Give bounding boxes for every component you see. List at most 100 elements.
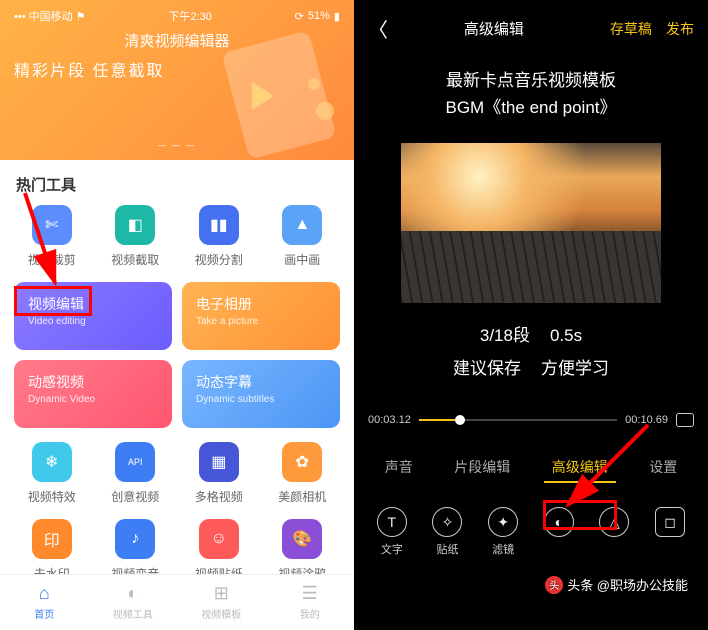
tool-label: 视频裁剪 (10, 251, 94, 268)
tool-label: 创意视频 (94, 488, 178, 505)
editor-header: 〈 高级编辑 存草稿 发布 (354, 0, 708, 57)
card-title-cn: 动感视频 (28, 372, 158, 392)
card-title-en: Video editing (28, 316, 158, 327)
edit-tool-label: 贴纸 (432, 541, 462, 557)
tab-高级编辑[interactable]: 高级编辑 (544, 453, 616, 483)
template-headline: 最新卡点音乐视频模板 BGM《the end point》 (354, 57, 708, 137)
tool-label: 视频分割 (177, 251, 261, 268)
capture-icon: ◧ (115, 205, 155, 245)
nav-profile-icon[interactable]: ☰ 我的 (266, 575, 355, 630)
segment-info: 3/18段0.5s (354, 317, 708, 350)
deco-circle (316, 102, 334, 120)
tool-grid-icon[interactable]: ▦ 多格视频 (177, 442, 261, 505)
nav-label: 我的 (266, 606, 355, 621)
watermark-icon: 印 (32, 519, 72, 559)
toutiao-logo-icon: 头 (545, 576, 563, 594)
card-title-cn: 电子相册 (196, 294, 326, 314)
tool-api-icon[interactable]: API 创意视频 (94, 442, 178, 505)
card-dynamic-subtitles[interactable]: 动态字幕 Dynamic subtitles (182, 360, 340, 428)
nav-label: 视频工具 (89, 606, 178, 621)
video-preview[interactable] (401, 143, 661, 303)
edit-tool-label: 滤镜 (488, 541, 518, 557)
filter-icon: ✦ (488, 507, 518, 537)
beauty-icon: ✿ (282, 442, 322, 482)
tab-片段编辑[interactable]: 片段编辑 (446, 453, 518, 483)
deco-circle (308, 78, 320, 90)
pip-icon: ▲ (282, 205, 322, 245)
edit-tool-crop-icon[interactable]: ◻ (655, 507, 685, 557)
back-button[interactable]: 〈 (368, 14, 388, 43)
timeline-knob[interactable] (455, 415, 465, 425)
tool-beauty-icon[interactable]: ✿ 美颜相机 (261, 442, 345, 505)
left-phone-screen: ••• 中国移动 ⚑ 下午2:30 ⟳ 51% ▮ 清爽视频编辑器 精彩片段 任… (0, 0, 354, 630)
edit-tool-text-icon[interactable]: T文字 (377, 507, 407, 557)
status-bar: ••• 中国移动 ⚑ 下午2:30 ⟳ 51% ▮ (14, 8, 340, 24)
tool-label: 美颜相机 (261, 488, 345, 505)
right-phone-screen: 〈 高级编辑 存草稿 发布 最新卡点音乐视频模板 BGM《the end poi… (354, 0, 708, 630)
nav-home-icon[interactable]: ⌂ 首页 (0, 575, 89, 630)
save-draft-button[interactable]: 存草稿 (610, 21, 652, 37)
nav-label: 首页 (0, 606, 89, 621)
edit-tool-effect-icon[interactable]: △ (599, 507, 629, 557)
tools-nav-icon: ◐ (89, 583, 178, 604)
section-hot-tools: 热门工具 (0, 160, 354, 205)
nav-tools-nav-icon[interactable]: ◐ 视频工具 (89, 575, 178, 630)
card-title-cn: 动态字幕 (196, 372, 326, 392)
adjust-icon: ◐ (544, 507, 574, 537)
tool-doodle-icon[interactable]: 🎨视频涂鸦 (261, 519, 345, 582)
profile-icon: ☰ (266, 583, 355, 604)
tool-watermark-icon[interactable]: 印去水印 (10, 519, 94, 582)
editor-title: 高级编辑 (388, 18, 600, 39)
fullscreen-icon[interactable] (676, 413, 694, 427)
nav-template-icon[interactable]: ⊞ 视频模板 (177, 575, 266, 630)
card-dynamic-video[interactable]: 动感视频 Dynamic Video (14, 360, 172, 428)
publish-button[interactable]: 发布 (666, 21, 694, 37)
tool-fx-icon[interactable]: ❄ 视频特效 (10, 442, 94, 505)
crop-icon: ◻ (655, 507, 685, 537)
cut-icon: ✄ (32, 205, 72, 245)
voice-icon: ♪ (115, 519, 155, 559)
tool-label: 多格视频 (177, 488, 261, 505)
tool-split-icon[interactable]: ▮▮ 视频分割 (177, 205, 261, 268)
watermark: 头 头条 @职场办公技能 (545, 575, 688, 594)
time-current: 00:03.12 (368, 414, 411, 426)
tab-声音[interactable]: 声音 (377, 453, 421, 483)
card-title-cn: 视频编辑 (28, 294, 158, 314)
edit-tool-filter-icon[interactable]: ✦ 滤镜 (488, 507, 518, 557)
card-title-en: Dynamic Video (28, 394, 158, 405)
split-icon: ▮▮ (199, 205, 239, 245)
tool-grid-2: ❄ 视频特效 API 创意视频 ▦ 多格视频 ✿ 美颜相机 (0, 442, 354, 519)
template-icon: ⊞ (177, 583, 266, 604)
card-title-en: Take a picture (196, 316, 326, 327)
timeline[interactable]: 00:03.12 00:10.69 (354, 383, 708, 443)
tool-cut-icon[interactable]: ✄ 视频裁剪 (10, 205, 94, 268)
edit-tool-sticker-tool-icon[interactable]: ✧贴纸 (432, 507, 462, 557)
tool-label: 视频截取 (94, 251, 178, 268)
grid-icon: ▦ (199, 442, 239, 482)
tool-sticker-icon[interactable]: ☺视频贴纸 (177, 519, 261, 582)
save-hint: 建议保存方便学习 (354, 350, 708, 383)
tool-voice-icon[interactable]: ♪视频变音 (94, 519, 178, 582)
play-icon (252, 82, 274, 110)
page-indicator: — — — (0, 135, 354, 156)
text-icon: T (377, 507, 407, 537)
tab-设置[interactable]: 设置 (641, 453, 685, 483)
time-total: 00:10.69 (625, 414, 668, 426)
api-icon: API (115, 442, 155, 482)
tool-label: 视频特效 (10, 488, 94, 505)
hero-banner: ••• 中国移动 ⚑ 下午2:30 ⟳ 51% ▮ 清爽视频编辑器 精彩片段 任… (0, 0, 354, 160)
tool-pip-icon[interactable]: ▲画中画 (261, 205, 345, 268)
card-take-a-picture[interactable]: 电子相册 Take a picture (182, 282, 340, 350)
effect-icon: △ (599, 507, 629, 537)
timeline-track[interactable] (419, 419, 617, 421)
doodle-icon: 🎨 (282, 519, 322, 559)
feature-cards: 视频编辑 Video editing 电子相册 Take a picture 动感视频 D… (0, 282, 354, 442)
nav-label: 视频模板 (177, 606, 266, 621)
fx-icon: ❄ (32, 442, 72, 482)
edit-tool-adjust-icon[interactable]: ◐ (544, 507, 574, 557)
home-icon: ⌂ (0, 583, 89, 604)
tool-capture-icon[interactable]: ◧ 视频截取 (94, 205, 178, 268)
card-video-editing[interactable]: 视频编辑 Video editing (14, 282, 172, 350)
card-title-en: Dynamic subtitles (196, 394, 326, 405)
sticker-icon: ☺ (199, 519, 239, 559)
